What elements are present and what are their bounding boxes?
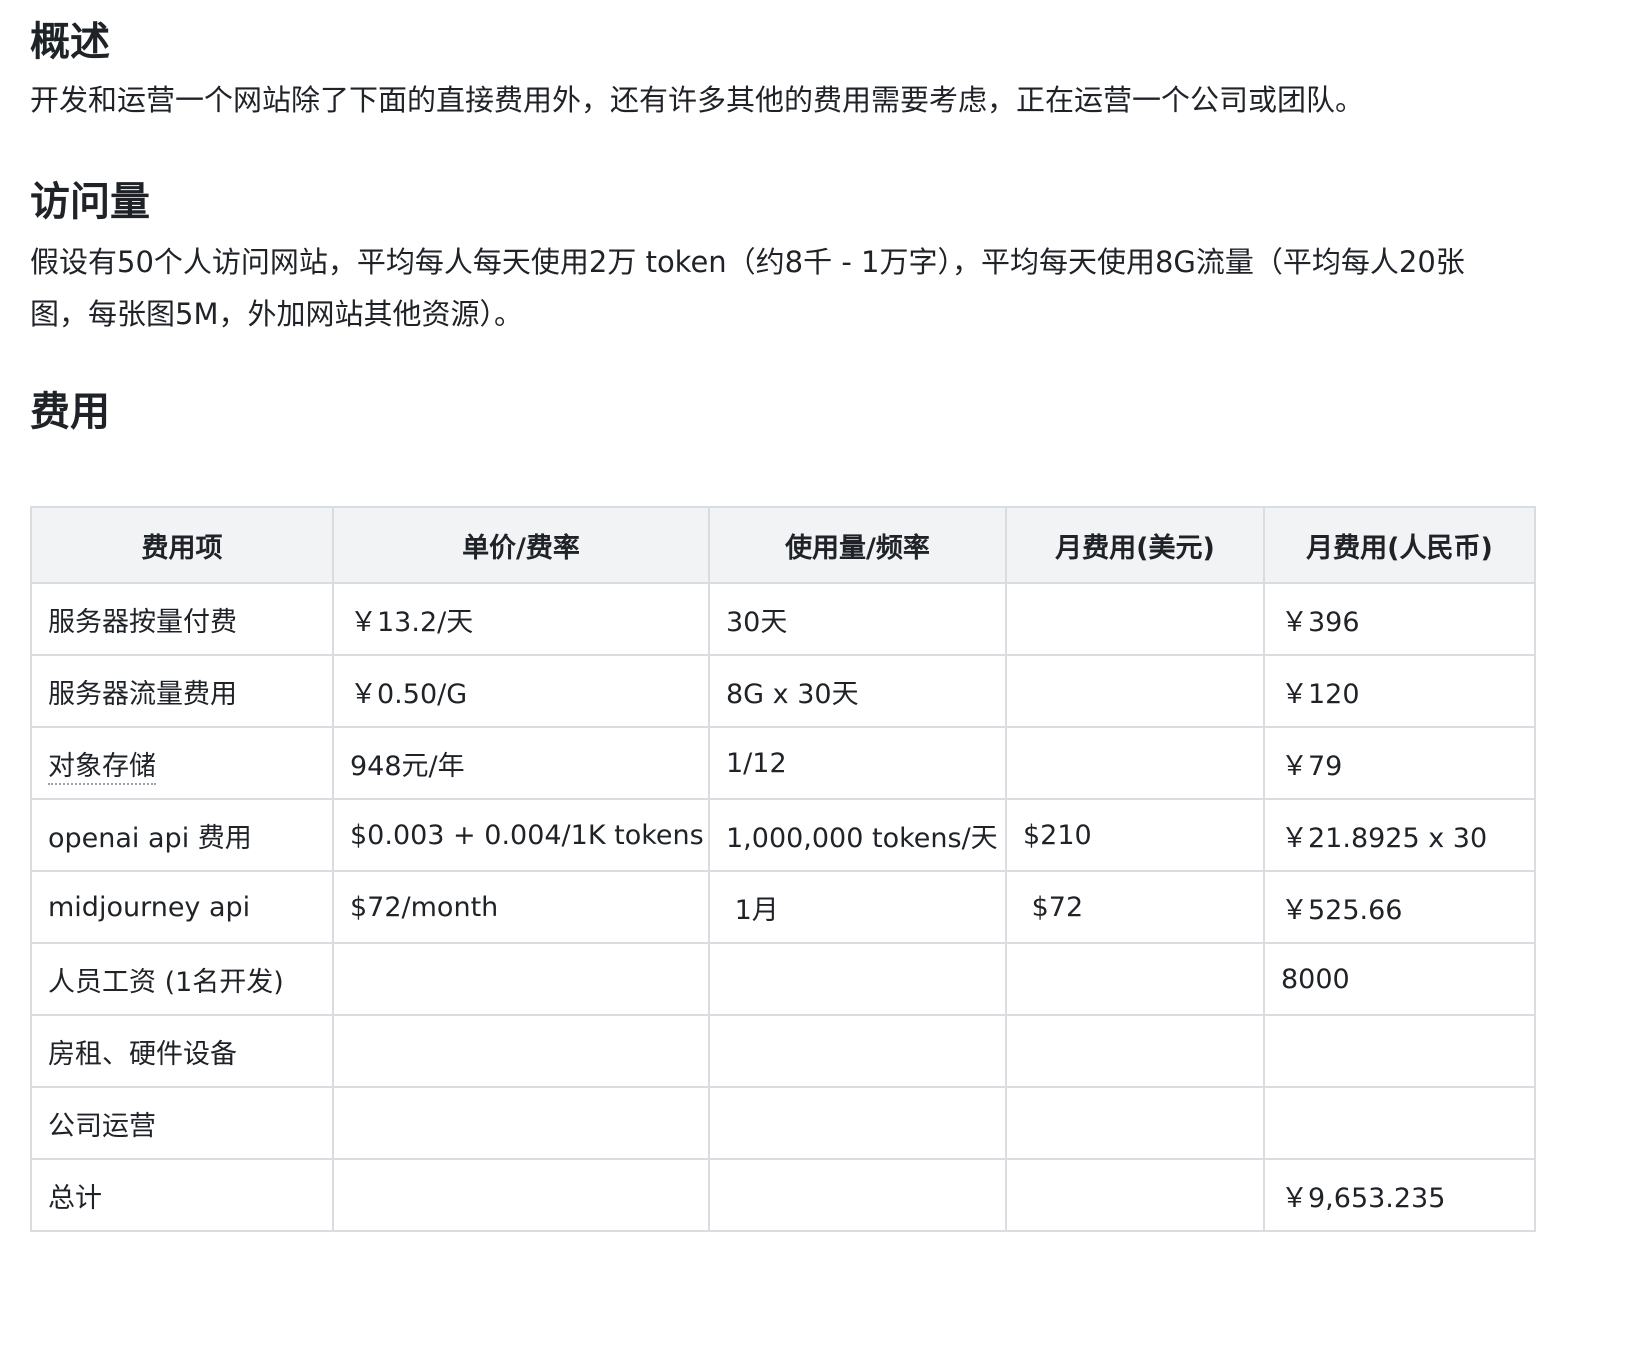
cell-usage xyxy=(708,1086,1007,1160)
table-row: 公司运营 xyxy=(30,1086,1536,1160)
cell-unit-price: ￥0.50/G xyxy=(332,654,710,728)
cost-heading: 费用 xyxy=(30,389,110,435)
cell-unit-price: ￥13.2/天 xyxy=(332,582,710,656)
cell-monthly-cny: 8000 xyxy=(1263,942,1536,1016)
cell-monthly-usd xyxy=(1005,1014,1265,1088)
cell-monthly-cny: ￥9,653.235 xyxy=(1263,1158,1536,1232)
cell-item: 公司运营 xyxy=(30,1086,334,1160)
cell-usage: 30天 xyxy=(708,582,1007,656)
cell-monthly-cny xyxy=(1263,1014,1536,1088)
cell-monthly-cny: ￥396 xyxy=(1263,582,1536,656)
header-unit-price: 单价/费率 xyxy=(332,506,710,584)
cell-item: midjourney api xyxy=(30,870,334,944)
table-row: 服务器按量付费 ￥13.2/天 30天 ￥396 xyxy=(30,582,1536,656)
table-row: 对象存储 948元/年 1/12 ￥79 xyxy=(30,726,1536,800)
cell-monthly-cny: ￥79 xyxy=(1263,726,1536,800)
cell-usage xyxy=(708,1014,1007,1088)
cell-monthly-usd xyxy=(1005,1086,1265,1160)
header-monthly-usd: 月费用(美元) xyxy=(1005,506,1265,584)
table-row: openai api 费用 $0.003 + 0.004/1K tokens 1… xyxy=(30,798,1536,872)
cell-item: 人员工资 (1名开发) xyxy=(30,942,334,1016)
cell-monthly-usd xyxy=(1005,1158,1265,1232)
cell-usage: 1,000,000 tokens/天 xyxy=(708,798,1007,872)
overview-heading: 概述 xyxy=(30,19,110,65)
overview-paragraph: 开发和运营一个网站除了下面的直接费用外，还有许多其他的费用需要考虑，正在运营一个… xyxy=(30,83,1365,117)
table-row: 人员工资 (1名开发) 8000 xyxy=(30,942,1536,1016)
cell-monthly-usd xyxy=(1005,582,1265,656)
cell-item: 服务器流量费用 xyxy=(30,654,334,728)
spellcheck-underlined-text: 对象存储 xyxy=(48,750,156,785)
cell-item: openai api 费用 xyxy=(30,798,334,872)
cell-unit-price: $72/month xyxy=(332,870,710,944)
cell-monthly-cny: ￥525.66 xyxy=(1263,870,1536,944)
cell-monthly-usd: $72 xyxy=(1005,870,1265,944)
table-row: midjourney api $72/month 1月 $72 ￥525.66 xyxy=(30,870,1536,944)
table-row: 服务器流量费用 ￥0.50/G 8G x 30天 ￥120 xyxy=(30,654,1536,728)
header-item: 费用项 xyxy=(30,506,334,584)
cell-usage xyxy=(708,942,1007,1016)
cell-usage: 1/12 xyxy=(708,726,1007,800)
cell-unit-price xyxy=(332,1158,710,1232)
cell-unit-price: $0.003 + 0.004/1K tokens xyxy=(332,798,710,872)
cell-item: 服务器按量付费 xyxy=(30,582,334,656)
cell-usage xyxy=(708,1158,1007,1232)
cell-monthly-usd xyxy=(1005,942,1265,1016)
document-page: 概述 开发和运营一个网站除了下面的直接费用外，还有许多其他的费用需要考虑，正在运… xyxy=(0,0,1644,1370)
table-row-total: 总计 ￥9,653.235 xyxy=(30,1158,1536,1232)
cell-monthly-cny: ￥21.8925 x 30 xyxy=(1263,798,1536,872)
cell-usage: 1月 xyxy=(708,870,1007,944)
header-usage: 使用量/频率 xyxy=(708,506,1007,584)
cell-unit-price: 948元/年 xyxy=(332,726,710,800)
header-monthly-cny: 月费用(人民币) xyxy=(1263,506,1536,584)
cost-table-header-row: 费用项 单价/费率 使用量/频率 月费用(美元) 月费用(人民币) xyxy=(30,506,1536,584)
cell-unit-price xyxy=(332,1014,710,1088)
cell-monthly-cny: ￥120 xyxy=(1263,654,1536,728)
cell-item: 房租、硬件设备 xyxy=(30,1014,334,1088)
traffic-paragraph-line-1: 假设有50个人访问网站，平均每人每天使用2万 token（约8千 - 1万字），… xyxy=(30,245,1465,279)
cell-monthly-usd xyxy=(1005,654,1265,728)
cell-unit-price xyxy=(332,1086,710,1160)
cell-unit-price xyxy=(332,942,710,1016)
cell-monthly-usd xyxy=(1005,726,1265,800)
cell-monthly-usd: $210 xyxy=(1005,798,1265,872)
cell-monthly-cny xyxy=(1263,1086,1536,1160)
traffic-heading: 访问量 xyxy=(30,179,150,225)
cell-usage: 8G x 30天 xyxy=(708,654,1007,728)
cost-table: 费用项 单价/费率 使用量/频率 月费用(美元) 月费用(人民币) 服务器按量付… xyxy=(30,506,1536,1232)
cell-item: 总计 xyxy=(30,1158,334,1232)
traffic-paragraph-line-2: 图，每张图5M，外加网站其他资源）。 xyxy=(30,297,523,331)
table-row: 房租、硬件设备 xyxy=(30,1014,1536,1088)
cell-item: 对象存储 xyxy=(30,726,334,800)
